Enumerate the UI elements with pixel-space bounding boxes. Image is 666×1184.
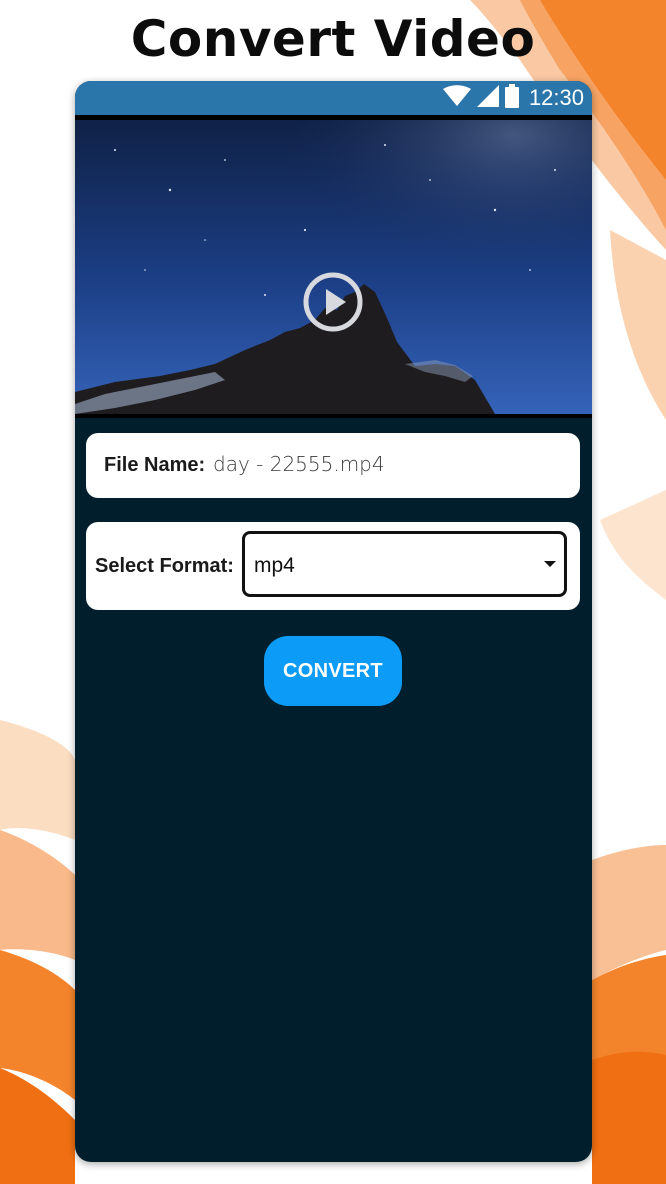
phone-screen: 12:30 File Name: day - 22555.mp4 Select …	[75, 81, 592, 1162]
play-icon	[303, 272, 363, 332]
status-icons: 12:30	[442, 81, 584, 115]
format-selected-value: mp4	[254, 554, 295, 577]
dropdown-arrow-icon	[544, 561, 556, 567]
file-name-card: File Name: day - 22555.mp4	[86, 433, 580, 498]
video-thumbnail	[75, 120, 592, 414]
video-player[interactable]	[75, 115, 592, 418]
wifi-icon	[442, 85, 471, 111]
play-button[interactable]	[302, 271, 364, 333]
format-card: Select Format: mp4	[86, 522, 580, 610]
status-time: 12:30	[528, 85, 584, 110]
status-bar: 12:30	[75, 81, 592, 115]
file-name-value: day - 22555.mp4	[213, 452, 385, 476]
file-name-label: File Name:	[104, 454, 206, 476]
promo-title: Convert Video	[130, 10, 536, 68]
convert-button[interactable]: CONVERT	[264, 636, 402, 706]
format-label: Select Format:	[95, 555, 234, 577]
battery-icon	[504, 84, 519, 112]
signal-icon	[476, 85, 499, 111]
format-dropdown[interactable]: mp4	[242, 531, 567, 597]
